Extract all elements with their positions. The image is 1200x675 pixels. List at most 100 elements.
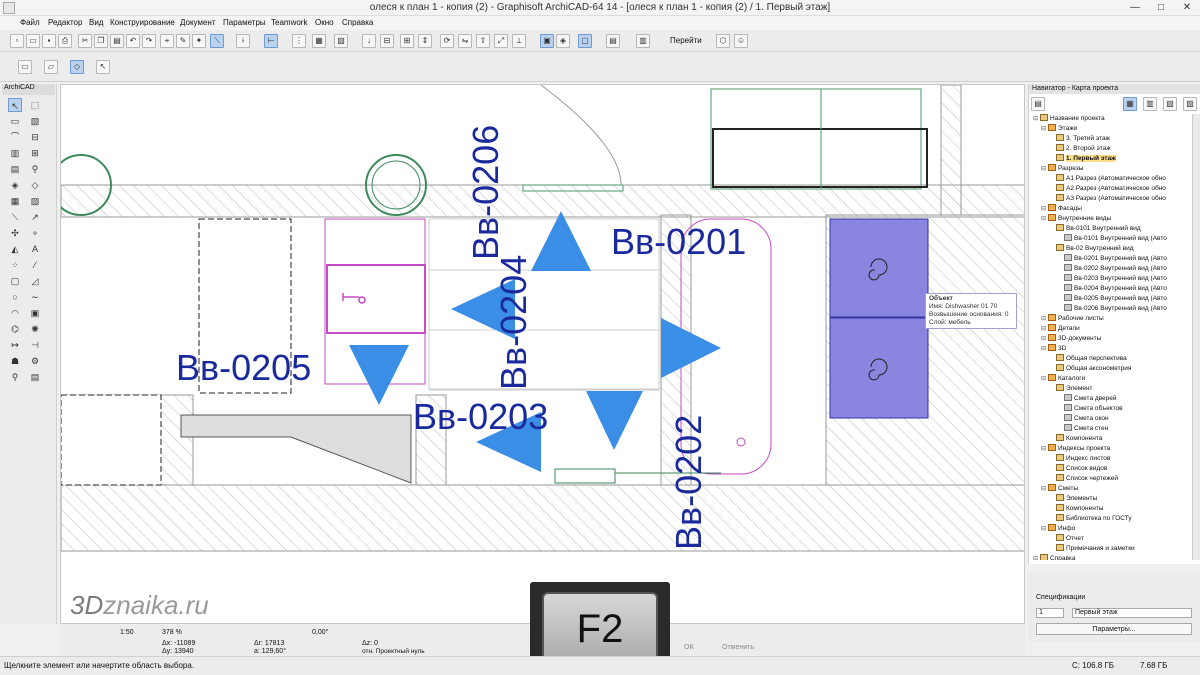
select-method-poly-icon[interactable]: ▱ — [44, 60, 58, 74]
mirror-icon[interactable]: ⇋ — [458, 34, 472, 48]
nav-tree-item[interactable]: Смета объектов — [1033, 404, 1123, 414]
nav-tree-item[interactable]: ⊟ Каталоги — [1033, 374, 1085, 384]
nav-tree-item[interactable]: A2 Разрез (Автоматическое обно — [1033, 184, 1166, 194]
nav-tree-item[interactable]: Элемент — [1033, 384, 1093, 394]
render-icon[interactable]: ◈ — [556, 34, 570, 48]
open-folder-icon[interactable]: ▭ — [26, 34, 40, 48]
navigator-icon[interactable]: ▥ — [636, 34, 650, 48]
view-map-icon[interactable]: ▦ — [1123, 97, 1137, 111]
tree-toggle-icon[interactable]: ⊟ — [1041, 484, 1048, 494]
dimension-tool-icon[interactable]: ◭ — [8, 242, 22, 256]
nav-tree-item[interactable]: 2. Второй этаж — [1033, 144, 1111, 154]
roof-tool-icon[interactable]: ◇ — [28, 178, 42, 192]
reference-readout[interactable]: отн. Проектный нуль — [362, 648, 425, 655]
zone-tool-icon[interactable]: ⟍ — [8, 210, 22, 224]
nav-tree-item[interactable]: ⊟ Индексы проекта — [1033, 444, 1110, 454]
grid-snap-icon[interactable]: ⋮ — [292, 34, 306, 48]
nav-tree-item[interactable]: Отчет — [1033, 534, 1084, 544]
nav-tree-item[interactable]: Вв-0206 Внутренний вид (Авто — [1033, 304, 1167, 314]
door-tool-icon[interactable]: ⊟ — [28, 130, 42, 144]
layer-icon[interactable]: ▧ — [334, 34, 348, 48]
offset-icon[interactable]: ⟂ — [512, 34, 526, 48]
tree-toggle-icon[interactable]: ⊟ — [1041, 344, 1048, 354]
zoom-field[interactable]: 378 % — [162, 629, 182, 636]
drawing-tool-icon[interactable]: ▤ — [28, 370, 42, 384]
elevate-icon[interactable]: ⇧ — [476, 34, 490, 48]
nav-tree-item[interactable]: Список видов — [1033, 464, 1107, 474]
tree-toggle-icon[interactable]: ⊟ — [1041, 324, 1048, 334]
detail-tool-icon[interactable]: ☗ — [8, 354, 22, 368]
inject-icon[interactable]: ✎ — [176, 34, 190, 48]
column-tool-icon[interactable]: ▧ — [28, 114, 42, 128]
close-button[interactable]: ✕ — [1174, 0, 1200, 16]
cancel-button[interactable]: Отменить — [722, 644, 754, 651]
object-tool-icon[interactable]: ⚲ — [28, 162, 42, 176]
figure-tool-icon[interactable]: ▣ — [28, 306, 42, 320]
cut-icon[interactable]: ✂ — [78, 34, 92, 48]
menu-options[interactable]: Параметры — [223, 18, 266, 27]
menu-file[interactable]: Файл — [20, 18, 40, 27]
align-icon[interactable]: ⊟ — [380, 34, 394, 48]
morph-tool-icon[interactable]: ✣ — [8, 226, 22, 240]
parameters-button[interactable]: Параметры... — [1036, 623, 1192, 635]
minimize-button[interactable]: — — [1122, 0, 1148, 16]
nav-tree-item[interactable]: ⊟ Детали — [1033, 324, 1080, 334]
drag-icon[interactable]: ⇕ — [418, 34, 432, 48]
menu-window[interactable]: Окно — [315, 18, 334, 27]
nav-tree-item[interactable]: Вв-0101 Внутренний вид — [1033, 224, 1141, 234]
tree-toggle-icon[interactable]: ⊟ — [1041, 164, 1048, 174]
nav-tree-item[interactable]: ⊟ Этажи — [1033, 124, 1077, 134]
nav-tree-item[interactable]: Вв-0204 Внутренний вид (Авто — [1033, 284, 1167, 294]
curtain-wall-tool-icon[interactable]: ↗ — [28, 210, 42, 224]
nav-tree-item[interactable]: Список чертежей — [1033, 474, 1118, 484]
organizer-icon[interactable]: ▨ — [1183, 97, 1197, 111]
nav-tree-item[interactable]: 1. Первый этаж — [1033, 154, 1116, 164]
nav-tree-item[interactable]: Вв-0101 Внутренний вид (Авто — [1033, 234, 1167, 244]
fill-tool-icon[interactable]: ▢ — [8, 274, 22, 288]
skylight-tool-icon[interactable]: ⊞ — [28, 146, 42, 160]
nav-tree-item[interactable]: Элементы — [1033, 494, 1097, 504]
gravity-icon[interactable]: ⟍ — [210, 34, 224, 48]
tree-toggle-icon[interactable]: ⊟ — [1041, 314, 1048, 324]
tree-toggle-icon[interactable]: ⊟ — [1033, 554, 1040, 560]
person-icon[interactable]: ☺ — [734, 34, 748, 48]
publisher-icon[interactable]: ▧ — [1163, 97, 1177, 111]
nav-tree-item[interactable]: Общая перспектива — [1033, 354, 1127, 364]
layout-book-icon[interactable]: ▤ — [606, 34, 620, 48]
marquee-tool-icon[interactable]: ⬚ — [28, 98, 42, 112]
nav-tree-item[interactable]: A1 Разрез (Автоматическое обно — [1033, 174, 1166, 184]
trace-icon[interactable]: ⟊ — [236, 34, 250, 48]
tree-toggle-icon[interactable]: ⊟ — [1041, 204, 1048, 214]
nav-tree-item[interactable]: ⊟ Внутренние виды — [1033, 214, 1111, 224]
polyline-tool-icon[interactable]: ◿ — [28, 274, 42, 288]
shell-tool-icon[interactable]: ▦ — [8, 194, 22, 208]
menu-document[interactable]: Документ — [180, 18, 216, 27]
marker-down[interactable] — [586, 391, 643, 450]
navigator-scrollbar[interactable] — [1192, 114, 1200, 560]
wall-tool-icon[interactable]: ▭ — [8, 114, 22, 128]
nav-tree-item[interactable]: Вв-0205 Внутренний вид (Авто — [1033, 294, 1167, 304]
tree-toggle-icon[interactable]: ⊟ — [1041, 524, 1048, 534]
marker-up[interactable] — [531, 211, 591, 271]
interior-elevation-tool-icon[interactable]: ↦ — [8, 338, 22, 352]
rotate-icon[interactable]: ⟳ — [440, 34, 454, 48]
nav-tree-item[interactable]: ⊟ Инфо — [1033, 524, 1075, 534]
elevation-tool-icon[interactable]: ✺ — [28, 322, 42, 336]
change-tool-icon[interactable]: ⚙ — [28, 354, 42, 368]
nav-tree-item[interactable]: ⊟ Рабочие листы — [1033, 314, 1104, 324]
new-file-icon[interactable]: ▫ — [10, 34, 24, 48]
arc-tool-icon[interactable]: ◠ — [8, 306, 22, 320]
line-tool-icon[interactable]: ⁄ — [28, 258, 42, 272]
nav-tree-item[interactable]: Вв-0203 Внутренний вид (Авто — [1033, 274, 1167, 284]
floor-number-field[interactable]: 1 — [1036, 608, 1064, 618]
floor-name-field[interactable]: Первый этаж — [1072, 608, 1192, 618]
magic-wand-icon[interactable]: ✦ — [192, 34, 206, 48]
floor-plan-canvas[interactable]: Вв-0201 Вв-0205 Вв-0203 Вв-0206 Вв-0204 … — [60, 84, 1025, 624]
nav-tree-item[interactable]: ⊟ Название проекта — [1033, 114, 1105, 124]
slab-tool-icon[interactable]: ◈ — [8, 178, 22, 192]
nav-tree-item[interactable]: Компоненты — [1033, 504, 1103, 514]
marker-down-left[interactable] — [349, 345, 409, 405]
nav-tree-item[interactable]: Вв-0201 Внутренний вид (Авто — [1033, 254, 1167, 264]
specifications-label[interactable]: Спецификации — [1036, 594, 1085, 601]
stair-tool-icon[interactable]: ▤ — [8, 162, 22, 176]
